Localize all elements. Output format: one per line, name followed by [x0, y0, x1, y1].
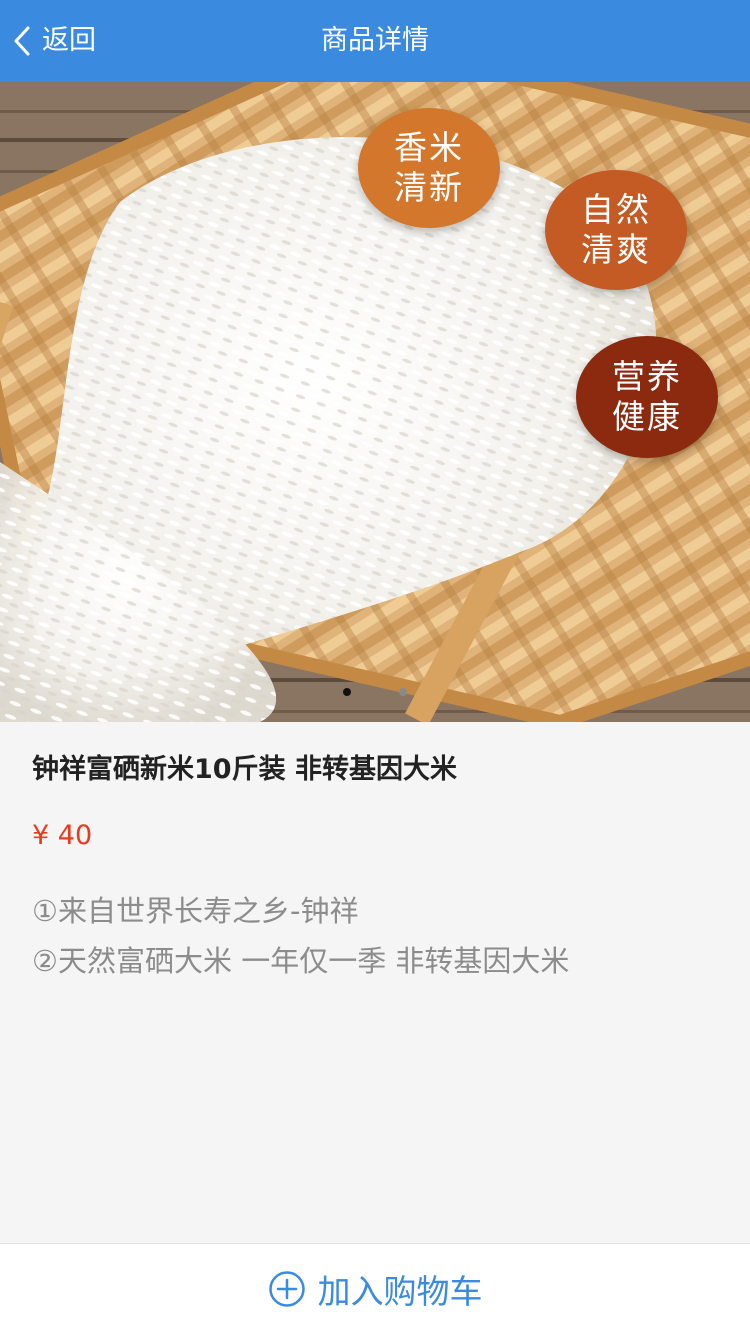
badge-nutritious-healthy: 营养 健康 — [576, 336, 718, 458]
plus-circle-icon — [268, 1270, 318, 1308]
navbar: 返回 商品详情 — [0, 0, 750, 82]
page-title: 商品详情 — [321, 25, 429, 56]
badge-line: 清新 — [394, 168, 464, 207]
product-price: ¥ 40 — [32, 820, 93, 851]
badge-natural-refreshing: 自然 清爽 — [545, 170, 687, 290]
badge-line: 清爽 — [581, 230, 651, 269]
product-image-carousel[interactable]: 香米 清新 自然 清爽 营养 健康 — [0, 82, 750, 722]
carousel-dot[interactable] — [398, 688, 407, 696]
badge-line: 香米 — [394, 128, 464, 167]
feature-line: ①来自世界长寿之乡-钟祥 — [32, 894, 359, 928]
carousel-dot-active[interactable] — [343, 688, 352, 696]
badge-line: 营养 — [612, 357, 682, 396]
carousel-indicator — [0, 681, 750, 700]
badge-line: 健康 — [612, 397, 682, 436]
badge-line: 自然 — [581, 190, 651, 229]
product-description: ①来自世界长寿之乡-钟祥 ②天然富硒大米 一年仅一季 非转基因大米 — [32, 886, 722, 986]
add-to-cart-label: 加入购物车 — [317, 1272, 483, 1311]
feature-line: ②天然富硒大米 一年仅一季 非转基因大米 — [32, 944, 570, 978]
add-to-cart-button[interactable]: 加入购物车 — [0, 1243, 750, 1334]
product-info: 钟祥富硒新米10斤装 非转基因大米 ¥ 40 ①来自世界长寿之乡-钟祥 ②天然富… — [32, 722, 722, 986]
badge-fragrant-fresh: 香米 清新 — [358, 108, 500, 228]
product-title: 钟祥富硒新米10斤装 非转基因大米 — [32, 754, 457, 785]
